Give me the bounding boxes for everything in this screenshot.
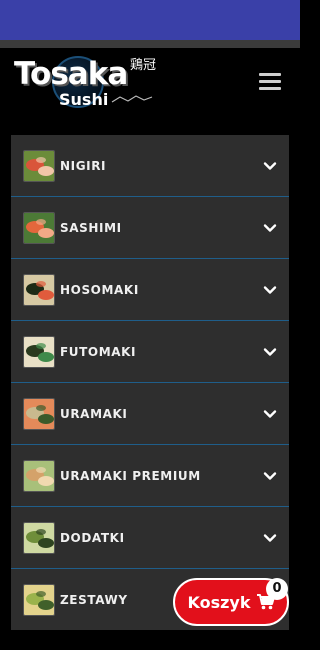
menu-button[interactable] xyxy=(256,70,284,94)
category-thumbnail xyxy=(23,584,55,616)
category-label: URAMAKI PREMIUM xyxy=(60,469,201,483)
logo-brush-decoration xyxy=(111,95,153,103)
header: Tosaka Sushi 鶏冠 xyxy=(0,48,300,120)
category-thumbnail xyxy=(23,274,55,306)
chevron-down-icon[interactable] xyxy=(263,159,277,173)
category-thumbnail xyxy=(23,522,55,554)
category-item-nigiri[interactable]: NIGIRI xyxy=(11,135,289,197)
category-item-uramaki[interactable]: URAMAKI xyxy=(11,383,289,445)
chevron-down-icon[interactable] xyxy=(263,221,277,235)
hamburger-icon xyxy=(256,73,284,90)
category-label: FUTOMAKI xyxy=(60,345,137,359)
category-label: HOSOMAKI xyxy=(60,283,139,297)
category-thumbnail xyxy=(23,460,55,492)
logo-kanji: 鶏冠 xyxy=(130,58,157,73)
category-thumbnail xyxy=(23,212,55,244)
category-label: SASHIMI xyxy=(60,221,122,235)
category-item-uramaki-premium[interactable]: URAMAKI PREMIUM xyxy=(11,445,289,507)
chevron-down-icon[interactable] xyxy=(263,407,277,421)
status-divider xyxy=(0,40,300,48)
category-item-hosomaki[interactable]: HOSOMAKI xyxy=(11,259,289,321)
logo-subtitle: Sushi xyxy=(59,90,109,109)
category-label: ZESTAWY xyxy=(60,593,128,607)
chevron-down-icon[interactable] xyxy=(263,345,277,359)
chevron-down-icon[interactable] xyxy=(263,283,277,297)
category-label: URAMAKI xyxy=(60,407,128,421)
category-label: NIGIRI xyxy=(60,159,107,173)
status-bar xyxy=(0,0,300,40)
cart-label: Koszyk xyxy=(187,592,251,612)
category-item-sashimi[interactable]: SASHIMI xyxy=(11,197,289,259)
category-label: DODATKI xyxy=(60,531,125,545)
category-thumbnail xyxy=(23,398,55,430)
cart-count-badge: 0 xyxy=(266,578,288,600)
chevron-down-icon[interactable] xyxy=(263,531,277,545)
logo[interactable]: Tosaka Sushi 鶏冠 xyxy=(12,52,162,116)
category-thumbnail xyxy=(23,150,55,182)
category-item-dodatki[interactable]: DODATKI xyxy=(11,507,289,569)
logo-title: Tosaka xyxy=(14,56,128,92)
category-item-futomaki[interactable]: FUTOMAKI xyxy=(11,321,289,383)
category-panel: NIGIRI SASHIMI HOSOMAKI FUTOMAKI URAMAKI URAM… xyxy=(11,135,289,630)
category-thumbnail xyxy=(23,336,55,368)
chevron-down-icon[interactable] xyxy=(263,469,277,483)
